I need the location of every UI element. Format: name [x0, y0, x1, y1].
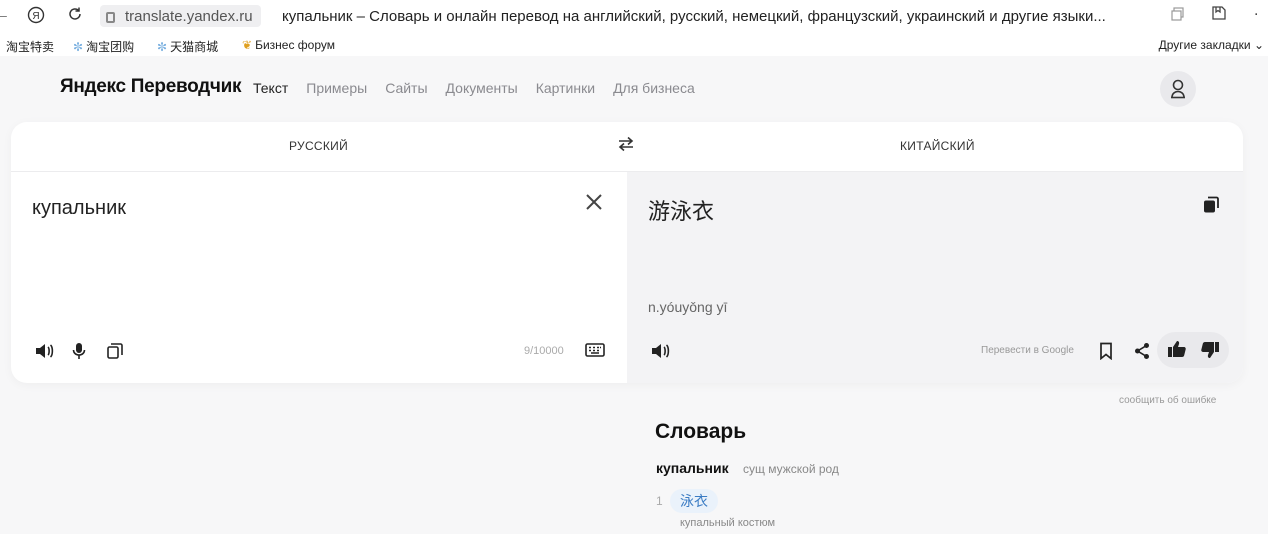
page-title: купальник – Словарь и онлайн перевод на …: [282, 8, 1106, 25]
keyboard-icon: [585, 343, 605, 357]
translate-in-google-link[interactable]: Перевести в Google: [981, 345, 1074, 356]
share-button[interactable]: [1134, 342, 1150, 365]
translator-card: РУССКИЙ КИТАЙСКИЙ купальник 9/10000 游泳衣 …: [11, 122, 1243, 383]
back-icon[interactable]: ←: [0, 6, 10, 24]
snowflake-icon: ✼: [73, 40, 84, 54]
user-avatar-button[interactable]: [1160, 71, 1196, 107]
dictionary-title: Словарь: [655, 420, 747, 443]
clear-button[interactable]: [585, 193, 603, 214]
bookmark-icon: [1100, 342, 1112, 361]
translation-speak-button[interactable]: [650, 342, 670, 365]
dictionary-translation-chip[interactable]: 泳衣: [670, 489, 718, 513]
translation-output: 游泳衣: [648, 199, 715, 224]
dictionary-gloss: купальный костюм: [680, 517, 776, 529]
report-error-link[interactable]: сообщить об ошибке: [1119, 395, 1216, 406]
thumbs-down-icon: [1201, 342, 1219, 358]
other-bookmarks[interactable]: Другие закладки ⌄: [1159, 38, 1264, 52]
character-counter: 9/10000: [524, 345, 564, 357]
snowflake-icon: ✼: [157, 40, 168, 54]
voice-input-button[interactable]: [72, 342, 86, 365]
translation-copy-button[interactable]: [1202, 196, 1220, 219]
bookmarks-bar: 淘宝特卖 ✼ 淘宝团购 ✼ 天猫商城 ❦ Бизнес форум Другие за…: [0, 34, 1268, 56]
copy-filled-icon: [1204, 196, 1219, 213]
thumbs-up-icon: [1168, 341, 1186, 357]
source-pane: купальник 9/10000: [11, 172, 627, 383]
bookmark-button[interactable]: [1099, 342, 1113, 365]
swap-icon: [618, 136, 634, 152]
bulb-icon: ❦: [242, 38, 253, 52]
chevron-down-icon: ⌄: [1253, 38, 1264, 52]
speaker-icon: [652, 344, 670, 358]
menu-dots-icon[interactable]: .: [1254, 2, 1258, 20]
transliteration: n.yóuyǒng yī: [648, 299, 728, 315]
translation-pane: 游泳衣 n.yóuyǒng yī Перевести в Google: [627, 172, 1243, 383]
feedback-pill: [1157, 332, 1229, 368]
dictionary-part-of-speech: сущ мужской род: [743, 462, 839, 476]
thumbs-down-button[interactable]: [1200, 341, 1220, 364]
close-icon: [586, 194, 602, 210]
browser-address-bar: ← Я translate.yandex.ru купальник – Слов…: [0, 0, 1268, 34]
dictionary-headword: купальник: [656, 460, 729, 476]
speaker-icon: [36, 344, 54, 358]
bookmark-item[interactable]: ✼ 天猫商城: [157, 38, 218, 55]
url-field[interactable]: translate.yandex.ru: [100, 5, 261, 27]
nav-documents[interactable]: Документы: [446, 80, 518, 96]
yandex-translate-logo[interactable]: Яндекс Переводчик: [60, 76, 242, 98]
nav-sites[interactable]: Сайты: [385, 80, 427, 96]
copy-icon: [107, 343, 123, 359]
bookmark-item[interactable]: ❦ Бизнес форум: [242, 38, 335, 52]
source-speak-button[interactable]: [34, 342, 54, 365]
nav-text[interactable]: Текст: [253, 80, 288, 96]
source-text-input[interactable]: купальник: [32, 197, 126, 220]
nav-examples[interactable]: Примеры: [306, 80, 367, 96]
source-language-button[interactable]: РУССКИЙ: [289, 139, 348, 153]
reload-icon[interactable]: [67, 6, 83, 27]
dictionary-entry-number: 1: [656, 494, 663, 508]
share-icon: [1135, 343, 1149, 359]
microphone-icon: [72, 343, 86, 359]
thumbs-up-button[interactable]: [1167, 340, 1187, 363]
nav-business[interactable]: Для бизнеса: [613, 80, 695, 96]
svg-text:Я: Я: [32, 11, 39, 22]
url-text: translate.yandex.ru: [125, 7, 253, 25]
lock-icon: [106, 11, 115, 23]
yandex-browser-icon[interactable]: Я: [27, 6, 45, 29]
top-navigation: Текст Примеры Сайты Документы Картинки Д…: [253, 80, 713, 96]
target-language-button[interactable]: КИТАЙСКИЙ: [900, 139, 975, 153]
virtual-keyboard-button[interactable]: [585, 343, 605, 362]
nav-images[interactable]: Картинки: [536, 80, 595, 96]
bookmark-item[interactable]: ✼ 淘宝团购: [73, 38, 134, 55]
swap-languages-button[interactable]: [617, 136, 635, 157]
source-copy-button[interactable]: [106, 342, 124, 365]
bookmark-panel-icon[interactable]: [1210, 4, 1228, 25]
user-icon: [1171, 79, 1185, 99]
language-row: РУССКИЙ КИТАЙСКИЙ: [11, 122, 1243, 172]
bookmark-item[interactable]: 淘宝特卖: [6, 38, 54, 55]
tab-manager-icon[interactable]: [1170, 6, 1186, 25]
